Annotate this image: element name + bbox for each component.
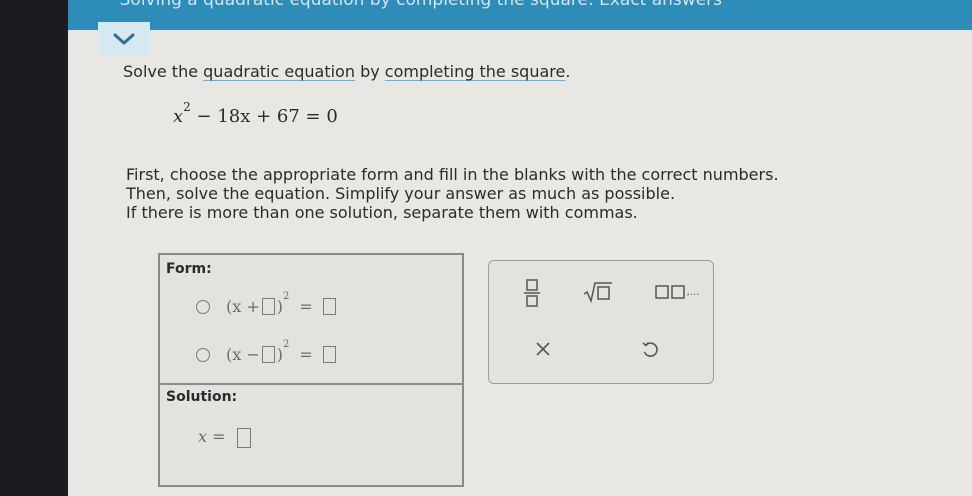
blank-input[interactable] xyxy=(261,298,275,315)
instructions: First, choose the appropriate form and f… xyxy=(126,165,779,222)
equation-exponent: 2 xyxy=(183,100,191,114)
app-screen: Solving a quadratic equation by completi… xyxy=(68,0,972,496)
equals-sign: = xyxy=(299,345,313,364)
list-button[interactable]: ,... xyxy=(649,279,705,305)
option-exponent: 2 xyxy=(283,339,290,350)
page-title: Solving a quadratic equation by completi… xyxy=(119,0,722,10)
radio-button[interactable] xyxy=(196,299,210,314)
blank-input[interactable] xyxy=(322,346,336,363)
blank-input[interactable] xyxy=(322,298,336,315)
option-open: (x + xyxy=(226,297,260,316)
form-section: Form: (x + ) 2 = (x − ) 2 = xyxy=(160,255,462,385)
solution-input[interactable] xyxy=(236,427,251,448)
form-option-minus[interactable]: (x − ) 2 = xyxy=(196,339,338,364)
fraction-button[interactable] xyxy=(517,275,547,311)
question-suffix: . xyxy=(565,62,571,81)
equation: x2 − 18x + 67 = 0 xyxy=(173,100,338,127)
square-root-icon xyxy=(583,282,612,303)
option-exponent: 2 xyxy=(283,291,290,302)
question-mid: by xyxy=(354,62,385,81)
form-option-plus[interactable]: (x + ) 2 = xyxy=(196,291,338,316)
solution-label: Solution: xyxy=(166,389,238,405)
blank-input[interactable] xyxy=(261,346,275,363)
square-root-button[interactable] xyxy=(581,277,615,307)
radio-button[interactable] xyxy=(196,347,210,362)
instruction-line: If there is more than one solution, sepa… xyxy=(126,203,638,222)
completing-the-square-link[interactable]: completing the square xyxy=(385,62,566,81)
question-prefix: Solve the xyxy=(123,62,204,81)
equation-rest: − 18x + 67 = 0 xyxy=(190,106,338,127)
form-label: Form: xyxy=(166,261,212,277)
answer-box: Form: (x + ) 2 = (x − ) 2 = Solution: x … xyxy=(158,253,464,487)
instruction-line: Then, solve the equation. Simplify your … xyxy=(126,184,676,203)
quadratic-equation-link[interactable]: quadratic equation xyxy=(203,62,355,81)
close-icon xyxy=(536,342,550,356)
title-bar: Solving a quadratic equation by completi… xyxy=(68,0,972,30)
chevron-down-icon xyxy=(113,33,135,45)
solution-variable: x = xyxy=(198,427,226,446)
undo-button[interactable] xyxy=(637,337,663,363)
list-suffix: ,... xyxy=(686,286,700,298)
instruction-line: First, choose the appropriate form and f… xyxy=(126,165,779,184)
list-icon xyxy=(654,285,685,299)
option-open: (x − xyxy=(226,345,260,364)
question-text: Solve the quadratic equation by completi… xyxy=(123,62,570,81)
undo-icon xyxy=(642,341,658,357)
math-keypad: ,... xyxy=(488,260,714,384)
equals-sign: = xyxy=(299,297,313,316)
collapse-button[interactable] xyxy=(98,22,150,56)
equation-base: x xyxy=(173,106,184,127)
clear-button[interactable] xyxy=(531,337,555,361)
solution-equation: x = xyxy=(198,427,253,448)
fraction-icon xyxy=(524,279,540,307)
